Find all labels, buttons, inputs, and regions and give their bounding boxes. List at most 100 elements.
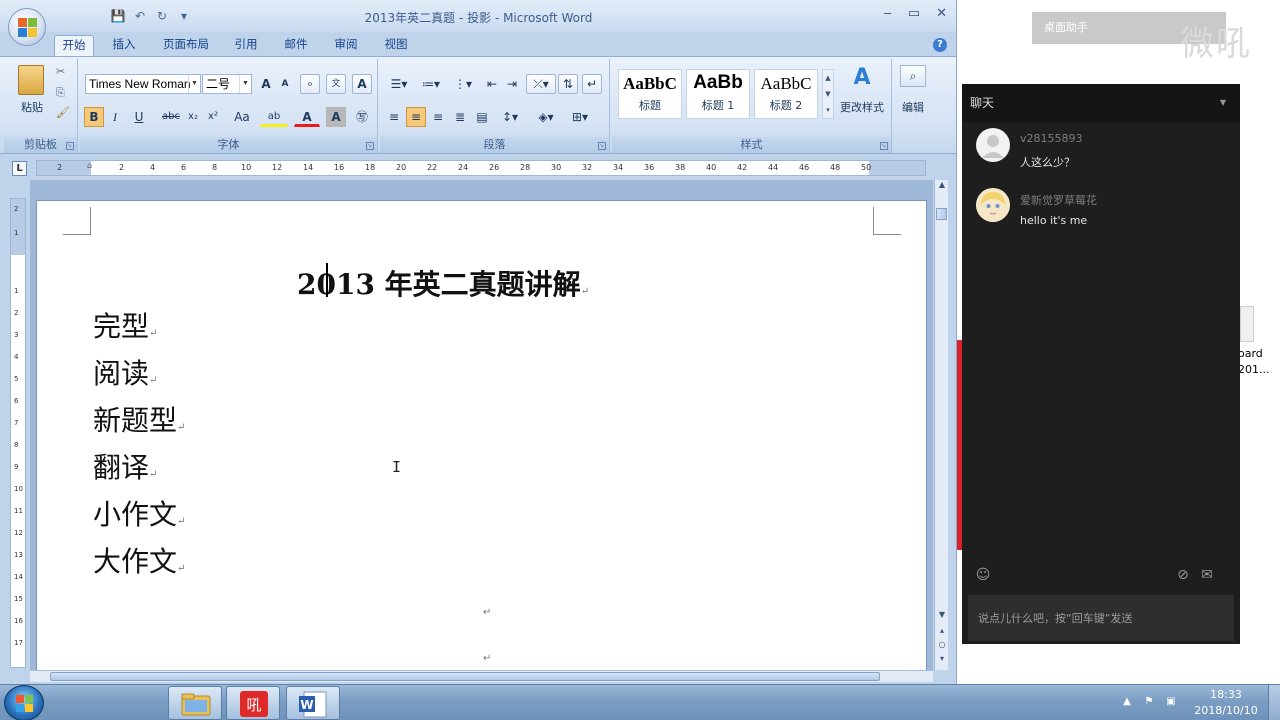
line-spacing-icon[interactable]: ↕▾ [496,107,524,127]
change-case-button[interactable]: Aa [228,107,256,127]
binoculars-icon[interactable]: ⌕ [900,65,926,87]
shrink-font-button[interactable]: A [276,74,294,94]
taskbar-word[interactable]: W [286,686,340,720]
document-line[interactable]: 大作文↵ [93,540,185,580]
paste-label[interactable]: 粘贴 [16,99,48,115]
horizontal-scrollbar[interactable] [30,670,933,682]
justify-icon[interactable]: ≣ [450,107,470,127]
font-launcher-icon[interactable]: ↘ [366,142,374,150]
show-hidden-icons[interactable]: ▲ [1120,695,1134,709]
chevron-down-icon[interactable]: ▼ [1220,84,1226,122]
avatar[interactable] [976,188,1010,222]
chinese-layout-icon[interactable]: ⤫▾ [526,74,556,94]
start-button[interactable] [4,685,44,720]
sort-icon[interactable]: ⇅ [558,74,578,94]
show-marks-icon[interactable]: ↵ [582,74,602,94]
editing-label[interactable]: 编辑 [894,99,932,115]
horizontal-ruler[interactable]: ⌂ 2 2 4 6 8 10 12 14 16 18 20 22 24 26 2… [36,160,926,176]
font-name-select[interactable]: Times New Roman ▼ [85,74,201,94]
taskbar-explorer[interactable] [168,686,222,720]
document-heading[interactable]: 2013 年英二真题讲解↵ [297,263,697,303]
mute-chat-icon[interactable]: ⊘ [1174,566,1192,584]
character-border-icon[interactable]: A [352,74,372,94]
emoji-icon[interactable]: ☺ [974,566,992,584]
tab-view[interactable]: 视图 [376,35,416,56]
tab-insert[interactable]: 插入 [104,35,144,56]
format-painter-icon[interactable]: 🖌 [56,106,70,119]
subscript-icon[interactable]: x₂ [184,107,202,127]
tab-review[interactable]: 审阅 [326,35,366,56]
font-color-icon[interactable]: A [294,107,320,127]
tab-selector[interactable]: L [12,161,27,176]
style-title[interactable]: AaBbC 标题 [618,69,682,119]
next-page-icon[interactable]: ▾ [937,654,947,664]
network-icon[interactable]: ⚑ [1142,695,1156,709]
align-right-icon[interactable]: ≡ [428,107,448,127]
styles-scroll[interactable]: ▲ ▼ ▾ [822,69,834,119]
superscript-icon[interactable]: x² [204,107,222,127]
align-center-icon[interactable]: ≡ [406,107,426,127]
styles-launcher-icon[interactable]: ↘ [880,142,888,150]
style-heading2[interactable]: AaBbC 标题 2 [754,69,818,119]
distributed-icon[interactable]: ▤ [472,107,492,127]
cut-icon[interactable]: ✂ [56,65,65,78]
taskbar-vhall[interactable]: 吼 [226,686,280,720]
clock-time[interactable]: 18:33 [1196,688,1256,701]
avatar[interactable] [976,128,1010,162]
character-shading-icon[interactable]: A [326,107,346,127]
tab-references[interactable]: 引用 [226,35,266,56]
increase-indent-icon[interactable]: ⇥ [502,74,522,94]
enclose-characters-icon[interactable]: ㊢ [352,107,372,127]
document-line[interactable]: 新题型↵ [93,399,185,439]
highlight-icon[interactable]: ab [260,107,288,127]
clipboard-launcher-icon[interactable]: ↘ [66,142,74,150]
indent-marker-icon[interactable]: ⌂ [87,161,92,170]
bold-button[interactable]: B [84,107,104,127]
scroll-down-icon[interactable]: ▼ [937,610,947,620]
chat-input[interactable] [968,595,1234,641]
clear-format-icon[interactable]: ℴ [300,74,320,94]
document-line[interactable]: 完型↵ [93,305,157,345]
change-styles-icon[interactable]: A [836,65,888,90]
prev-page-icon[interactable]: ▴ [937,626,947,636]
change-styles-label[interactable]: 更改样式 [836,99,888,115]
numbering-icon[interactable]: ≔▾ [416,74,446,94]
shading-icon[interactable]: ◈▾ [530,107,562,127]
italic-button[interactable]: I [106,107,124,127]
document-line[interactable]: 翻译↵ [93,446,157,486]
tab-mailings[interactable]: 邮件 [276,35,316,56]
vertical-ruler[interactable]: 2 1 1 2 3 4 5 6 7 8 9 10 11 12 13 14 15 … [10,198,26,668]
tab-home[interactable]: 开始 [54,35,94,56]
underline-button[interactable]: U [126,107,152,127]
scroll-thumb[interactable] [936,208,947,220]
filter-chat-icon[interactable]: ✉ [1198,566,1216,584]
desktop-file-label[interactable]: oard 201... [1238,346,1280,378]
document-area[interactable]: 2013 年英二真题讲解↵ 完型↵ 阅读↵ 新题型↵ 翻译↵ 小作文↵ 大作文↵… [30,180,933,680]
strikethrough-icon[interactable]: abc [160,107,182,127]
decrease-indent-icon[interactable]: ⇤ [482,74,502,94]
close-icon[interactable]: ✕ [936,6,947,21]
bullets-icon[interactable]: ☰▾ [384,74,414,94]
minimize-icon[interactable]: ‒ [884,6,892,21]
paragraph-launcher-icon[interactable]: ↘ [598,142,606,150]
scroll-up-icon[interactable]: ▲ [937,180,947,190]
maximize-icon[interactable]: ▭ [908,6,920,21]
help-icon[interactable]: ? [933,38,947,52]
align-left-icon[interactable]: ≡ [384,107,404,127]
grow-font-button[interactable]: A [256,74,276,94]
document-page[interactable]: 2013 年英二真题讲解↵ 完型↵ 阅读↵ 新题型↵ 翻译↵ 小作文↵ 大作文↵… [36,200,927,680]
select-browse-icon[interactable]: ○ [937,640,947,650]
show-desktop-button[interactable] [1268,685,1280,720]
document-line[interactable]: 阅读↵ [93,352,157,392]
office-button[interactable] [8,8,46,46]
volume-icon[interactable]: ▣ [1164,695,1178,709]
desktop-file-icon[interactable] [1240,306,1254,342]
copy-icon[interactable]: ⎘ [56,86,65,100]
vertical-scrollbar[interactable]: ▲ ▼ ▴ ○ ▾ [934,180,948,670]
phonetic-guide-icon[interactable]: 文 [326,74,346,94]
paste-icon[interactable] [18,65,44,95]
font-size-select[interactable]: 二号 ▼ [202,74,252,94]
clock-date[interactable]: 2018/10/10 [1186,704,1266,717]
borders-icon[interactable]: ⊞▾ [564,107,596,127]
style-heading1[interactable]: AaBb 标题 1 [686,69,750,119]
